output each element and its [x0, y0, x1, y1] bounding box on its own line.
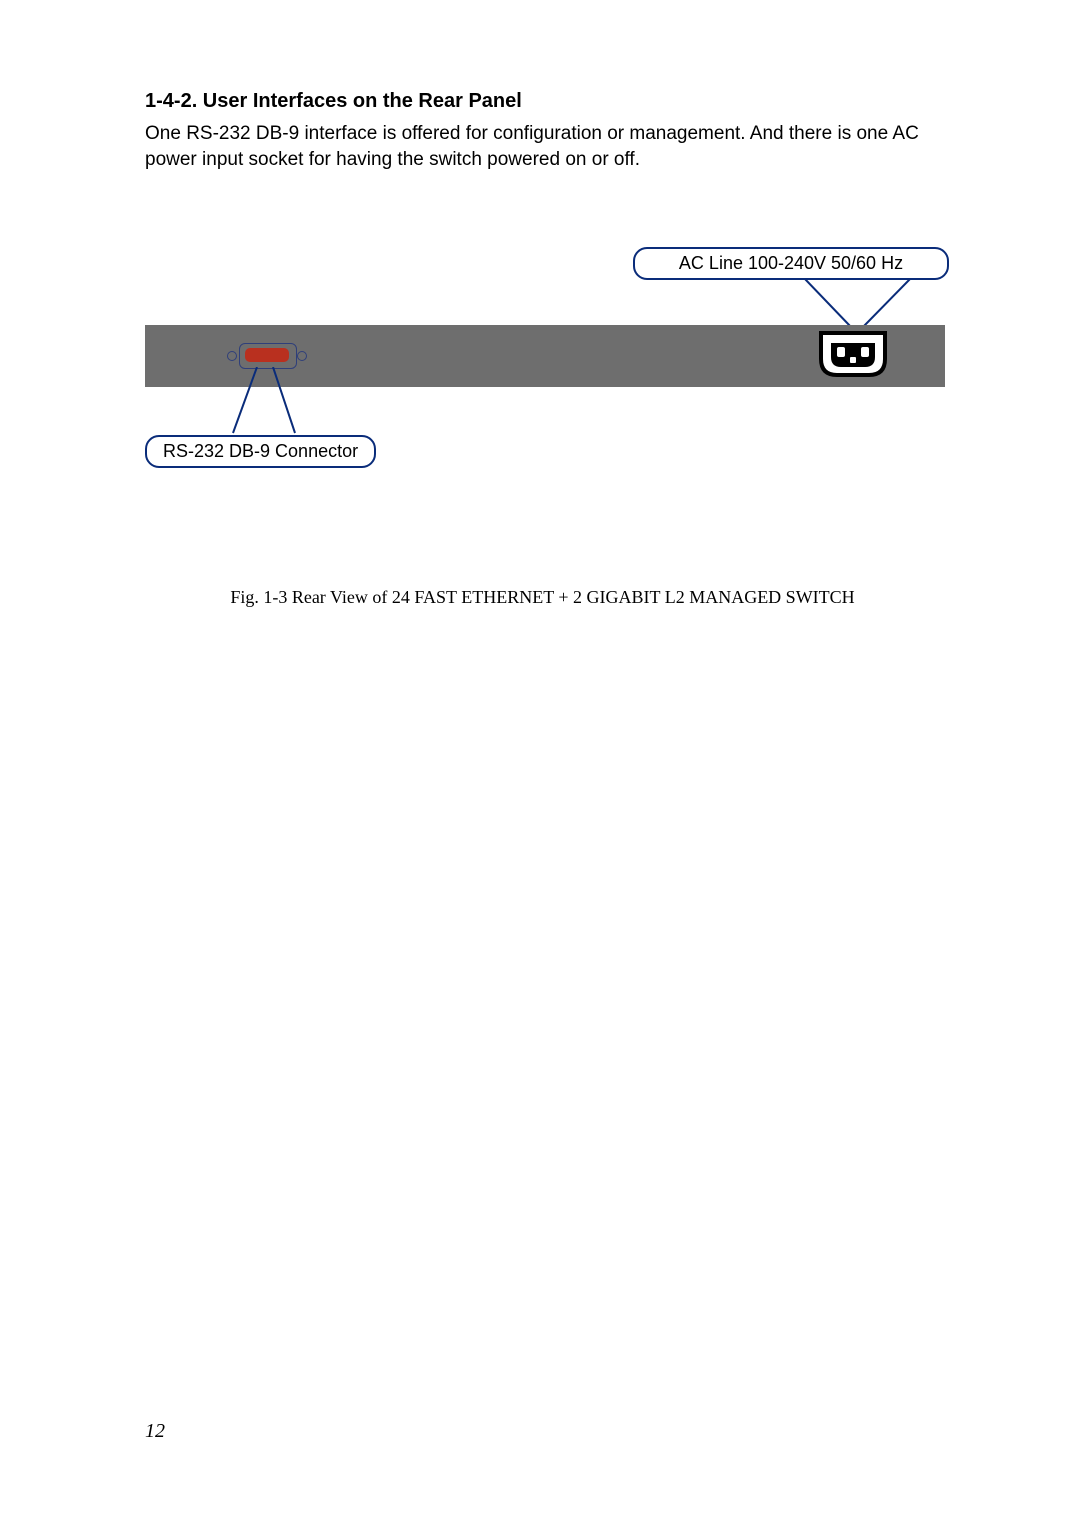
- figure-caption: Fig. 1-3 Rear View of 24 FAST ETHERNET +…: [145, 587, 940, 608]
- rear-panel-diagram: AC Line 100-240V 50/60 Hz: [145, 247, 945, 477]
- ac-line-label: AC Line 100-240V 50/60 Hz: [633, 247, 949, 280]
- db9-connector-icon: [239, 343, 295, 367]
- rs-leader-line: [231, 367, 311, 437]
- ac-socket-icon: [817, 329, 889, 379]
- page-number: 12: [145, 1420, 165, 1443]
- section-body: One RS-232 DB-9 interface is offered for…: [145, 121, 940, 172]
- section-heading: 1-4-2. User Interfaces on the Rear Panel: [145, 90, 940, 113]
- rs232-label: RS-232 DB-9 Connector: [145, 435, 376, 468]
